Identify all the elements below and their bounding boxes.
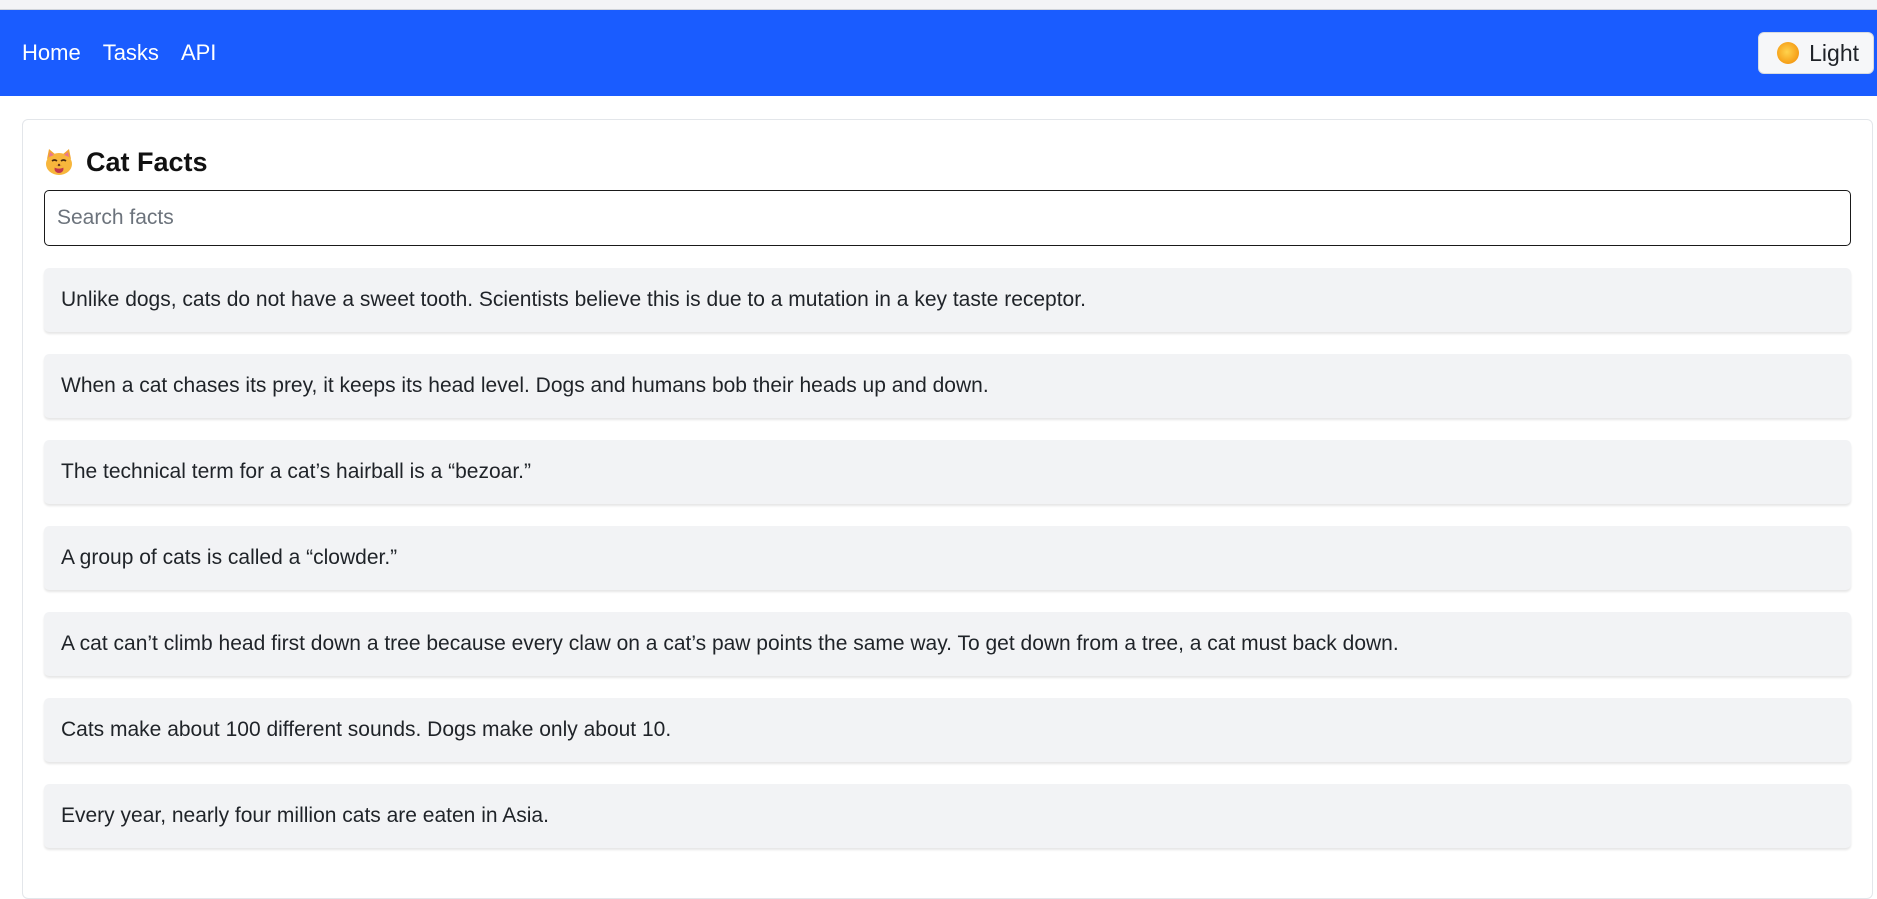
search-input[interactable] xyxy=(44,190,1851,246)
cat-face-icon xyxy=(46,149,72,175)
nav-link-tasks[interactable]: Tasks xyxy=(103,42,159,64)
fact-item: Every year, nearly four million cats are… xyxy=(44,784,1851,848)
page-title: Cat Facts xyxy=(86,146,208,177)
theme-toggle-label: Light xyxy=(1809,39,1859,66)
cat-facts-card: Cat Facts Unlike dogs, cats do not have … xyxy=(22,119,1873,899)
facts-list: Unlike dogs, cats do not have a sweet to… xyxy=(44,268,1851,848)
fact-item: Unlike dogs, cats do not have a sweet to… xyxy=(44,268,1851,332)
nav-link-home[interactable]: Home xyxy=(22,42,81,64)
top-navbar: Home Tasks API Light xyxy=(0,10,1877,96)
fact-item: A cat can’t climb head first down a tree… xyxy=(44,612,1851,676)
nav-link-api[interactable]: API xyxy=(181,42,216,64)
theme-toggle-button[interactable]: Light xyxy=(1758,32,1874,74)
browser-top-strip xyxy=(0,0,1877,10)
sun-icon xyxy=(1777,42,1800,64)
fact-item: The technical term for a cat’s hairball … xyxy=(44,440,1851,504)
card-header: Cat Facts xyxy=(44,144,1851,180)
fact-item: When a cat chases its prey, it keeps its… xyxy=(44,354,1851,418)
nav-links: Home Tasks API xyxy=(22,42,238,64)
fact-item: Cats make about 100 different sounds. Do… xyxy=(44,698,1851,762)
fact-item: A group of cats is called a “clowder.” xyxy=(44,526,1851,590)
